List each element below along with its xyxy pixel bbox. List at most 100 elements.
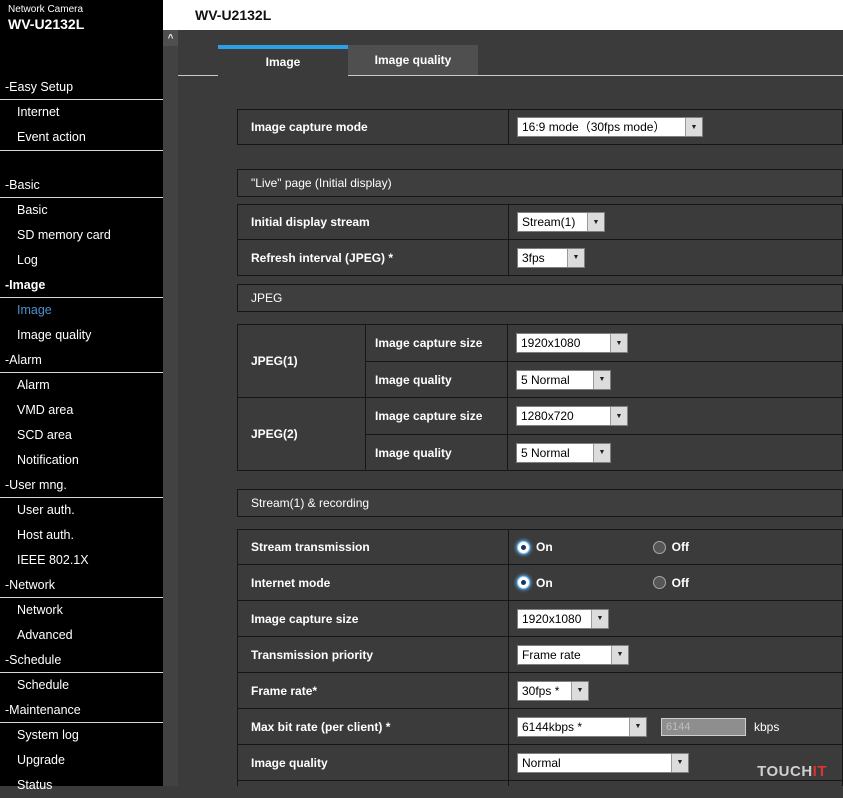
radio-icon (653, 541, 666, 554)
watermark-touch: TOUCH (757, 763, 813, 780)
scrollbar-track[interactable] (163, 46, 178, 786)
sidebar-item-advanced[interactable]: Advanced (0, 623, 163, 648)
refresh-interval-select[interactable]: 3fps (517, 248, 585, 268)
section-live-page: "Live" page (Initial display) (237, 169, 843, 197)
frame-rate-select[interactable]: 30fps * (517, 681, 589, 701)
live-page-block: "Live" page (Initial display) Initial di… (237, 169, 843, 276)
radio-label: Off (672, 576, 689, 590)
jpeg2-capture-size-select[interactable]: 1280x720 (516, 406, 628, 426)
dropdown-arrow-icon (593, 371, 610, 389)
page-header: WV-U2132L (163, 0, 843, 30)
internet-mode-off-option[interactable]: Off (653, 576, 689, 590)
image-capture-mode-value: 16:9 mode（30fps mode） (509, 110, 842, 144)
tab-image[interactable]: Image (218, 45, 348, 76)
dropdown-arrow-icon (587, 213, 604, 231)
sidebar-scrollbar[interactable]: ^ (163, 30, 178, 786)
row-internet-mode: Internet mode On Off (237, 565, 843, 601)
selected-value: Stream(1) (518, 213, 587, 231)
sidebar-item-internet[interactable]: Internet (0, 100, 163, 125)
jpeg2-quality-select[interactable]: 5 Normal (516, 443, 611, 463)
sidebar-menu: -Easy Setup Internet Event action -Basic… (0, 75, 163, 798)
stream-capture-size-value: 1920x1080 (509, 601, 842, 636)
selected-value: 1920x1080 (517, 334, 610, 352)
selected-value: Frame rate (518, 646, 611, 664)
page-title: WV-U2132L (195, 7, 271, 23)
jpeg1-rows: Image capture size 1920x1080 Image quali… (366, 325, 842, 397)
jpeg1-capture-size-select[interactable]: 1920x1080 (516, 333, 628, 353)
stream-image-quality-select[interactable]: Normal (517, 753, 689, 773)
selected-value: 5 Normal (517, 444, 593, 462)
radio-label: On (536, 576, 553, 590)
jpeg-block: JPEG JPEG(1) Image capture size 1920x108… (237, 284, 843, 471)
refresh-interval-value: 3fps (509, 240, 842, 275)
initial-display-stream-select[interactable]: Stream(1) (517, 212, 605, 232)
sidebar-section-maintenance[interactable]: -Maintenance (0, 698, 163, 723)
stream-transmission-off-option[interactable]: Off (653, 540, 689, 554)
jpeg2-quality-value: 5 Normal (508, 435, 842, 470)
dropdown-arrow-icon (629, 718, 646, 736)
partial-row-value (509, 781, 842, 786)
sidebar-item-image[interactable]: Image (0, 298, 163, 323)
row-partial (237, 781, 843, 786)
sidebar-section-easy-setup[interactable]: -Easy Setup (0, 75, 163, 100)
sidebar-item-ieee-8021x[interactable]: IEEE 802.1X (0, 548, 163, 573)
sidebar-item-schedule[interactable]: Schedule (0, 673, 163, 698)
selected-value: 6144kbps * (518, 718, 629, 736)
max-bitrate-select[interactable]: 6144kbps * (517, 717, 647, 737)
tab-bar: Image Image quality (178, 45, 843, 76)
jpeg2-quality-label: Image quality (366, 435, 508, 470)
sidebar-section-schedule[interactable]: -Schedule (0, 648, 163, 673)
sidebar-item-host-auth[interactable]: Host auth. (0, 523, 163, 548)
sidebar-section-basic[interactable]: -Basic (0, 173, 163, 198)
sidebar-section-image[interactable]: -Image (0, 273, 163, 298)
max-bit-rate-value: 6144kbps * kbps (509, 709, 842, 744)
sidebar-section-network[interactable]: -Network (0, 573, 163, 598)
jpeg1-quality-select[interactable]: 5 Normal (516, 370, 611, 390)
jpeg1-group: JPEG(1) Image capture size 1920x1080 (237, 324, 843, 398)
sidebar-group-network: -Network Network Advanced (0, 573, 163, 648)
sidebar-item-vmd-area[interactable]: VMD area (0, 398, 163, 423)
sidebar: Network Camera WV-U2132L -Easy Setup Int… (0, 0, 163, 786)
sidebar-item-network[interactable]: Network (0, 598, 163, 623)
stream-capture-size-label: Image capture size (238, 601, 509, 636)
dropdown-arrow-icon (610, 407, 627, 425)
sidebar-section-alarm[interactable]: -Alarm (0, 348, 163, 373)
sidebar-item-image-quality[interactable]: Image quality (0, 323, 163, 348)
sidebar-section-user-mng[interactable]: -User mng. (0, 473, 163, 498)
tab-image-quality[interactable]: Image quality (348, 45, 478, 76)
sidebar-item-log[interactable]: Log (0, 248, 163, 273)
refresh-interval-label: Refresh interval (JPEG) * (238, 240, 509, 275)
sidebar-item-sd-memory-card[interactable]: SD memory card (0, 223, 163, 248)
image-capture-mode-select[interactable]: 16:9 mode（30fps mode） (517, 117, 703, 137)
jpeg1-capture-size-label: Image capture size (366, 325, 508, 361)
transmission-priority-label: Transmission priority (238, 637, 509, 672)
selected-value: 3fps (518, 249, 567, 267)
dropdown-arrow-icon (567, 249, 584, 267)
sidebar-item-scd-area[interactable]: SCD area (0, 423, 163, 448)
radio-icon (517, 576, 530, 589)
max-bitrate-input[interactable] (661, 718, 746, 736)
stream-capture-size-select[interactable]: 1920x1080 (517, 609, 609, 629)
internet-mode-on-option[interactable]: On (517, 576, 553, 590)
sidebar-item-basic[interactable]: Basic (0, 198, 163, 223)
sidebar-item-user-auth[interactable]: User auth. (0, 498, 163, 523)
section-stream-recording: Stream(1) & recording (237, 489, 843, 517)
scroll-up-button[interactable]: ^ (163, 30, 178, 46)
dropdown-arrow-icon (571, 682, 588, 700)
sidebar-item-notification[interactable]: Notification (0, 448, 163, 473)
dropdown-arrow-icon (685, 118, 702, 136)
sidebar-item-upgrade[interactable]: Upgrade (0, 748, 163, 773)
transmission-priority-select[interactable]: Frame rate (517, 645, 629, 665)
sidebar-group-basic: -Basic Basic SD memory card Log (0, 173, 163, 273)
sidebar-group-easy-setup: -Easy Setup Internet Event action (0, 75, 163, 151)
stream-transmission-on-option[interactable]: On (517, 540, 553, 554)
frame-rate-label: Frame rate* (238, 673, 509, 708)
sidebar-item-system-log[interactable]: System log (0, 723, 163, 748)
dropdown-arrow-icon (610, 334, 627, 352)
jpeg1-quality-value: 5 Normal (508, 362, 842, 397)
sidebar-item-alarm[interactable]: Alarm (0, 373, 163, 398)
sidebar-group-image: -Image Image Image quality (0, 273, 163, 348)
selected-value: 30fps * (518, 682, 571, 700)
dropdown-arrow-icon (593, 444, 610, 462)
sidebar-item-event-action[interactable]: Event action (0, 125, 163, 150)
